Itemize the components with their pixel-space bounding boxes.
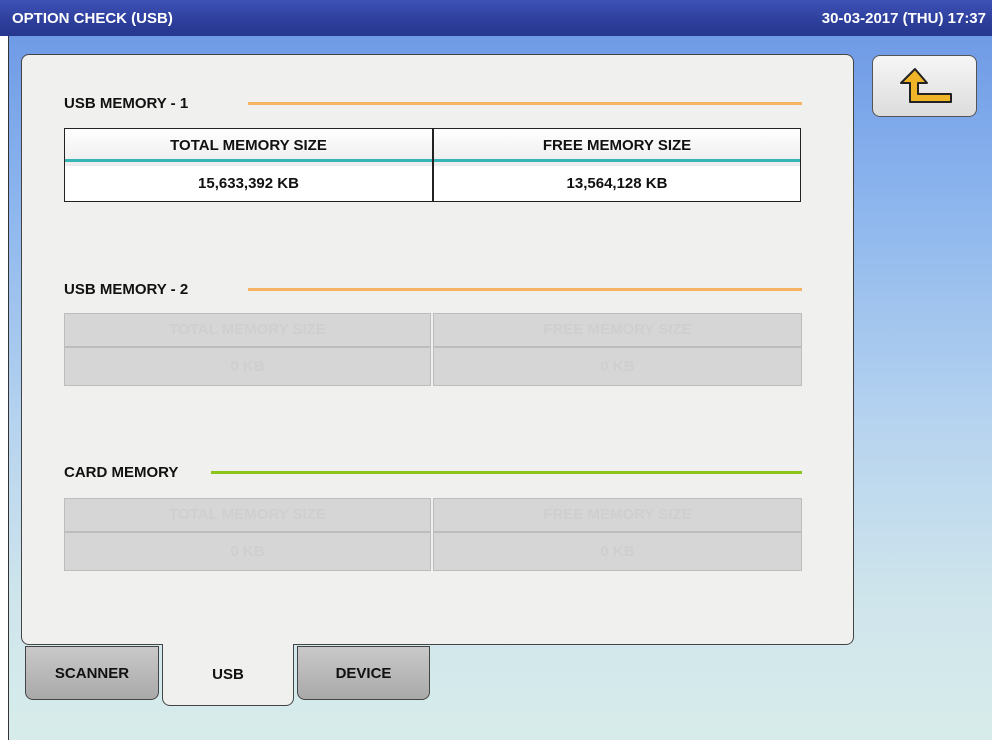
card-memory-divider <box>211 471 802 474</box>
usb-memory-2-label: USB MEMORY - 2 <box>64 281 189 298</box>
free-memory-value: 0 KB <box>433 532 802 571</box>
back-button[interactable] <box>872 55 977 117</box>
tab-usb[interactable]: USB <box>162 644 294 706</box>
card-memory-label: CARD MEMORY <box>64 464 179 481</box>
usb-memory-2-table: TOTAL MEMORY SIZE FREE MEMORY SIZE 0 KB … <box>64 313 802 386</box>
usb-memory-1-label: USB MEMORY - 1 <box>64 95 189 112</box>
total-memory-value: 0 KB <box>64 532 431 571</box>
free-memory-header: FREE MEMORY SIZE <box>433 313 802 347</box>
total-memory-value: 15,633,392 KB <box>65 166 432 201</box>
free-memory-value: 0 KB <box>433 347 802 386</box>
total-memory-value: 0 KB <box>64 347 431 386</box>
header-accent-line <box>65 159 432 162</box>
usb-memory-1-divider <box>248 102 802 105</box>
free-memory-value: 13,564,128 KB <box>434 166 800 201</box>
card-memory-table: TOTAL MEMORY SIZE FREE MEMORY SIZE 0 KB … <box>64 498 802 571</box>
usb-memory-1-table: TOTAL MEMORY SIZE FREE MEMORY SIZE 15,63… <box>64 128 801 202</box>
screen-title: OPTION CHECK (USB) <box>12 10 173 27</box>
tab-scanner[interactable]: SCANNER <box>25 646 159 700</box>
return-arrow-icon <box>900 68 952 103</box>
free-memory-header: FREE MEMORY SIZE <box>433 498 802 532</box>
tab-device[interactable]: DEVICE <box>297 646 430 700</box>
usb-memory-2-divider <box>248 288 802 291</box>
total-memory-header: TOTAL MEMORY SIZE <box>64 313 431 347</box>
title-bar: OPTION CHECK (USB) 30-03-2017 (THU) 17:3… <box>0 0 992 36</box>
total-memory-header: TOTAL MEMORY SIZE <box>64 498 431 532</box>
header-accent-line <box>434 159 800 162</box>
date-time: 30-03-2017 (THU) 17:37 <box>821 10 986 27</box>
